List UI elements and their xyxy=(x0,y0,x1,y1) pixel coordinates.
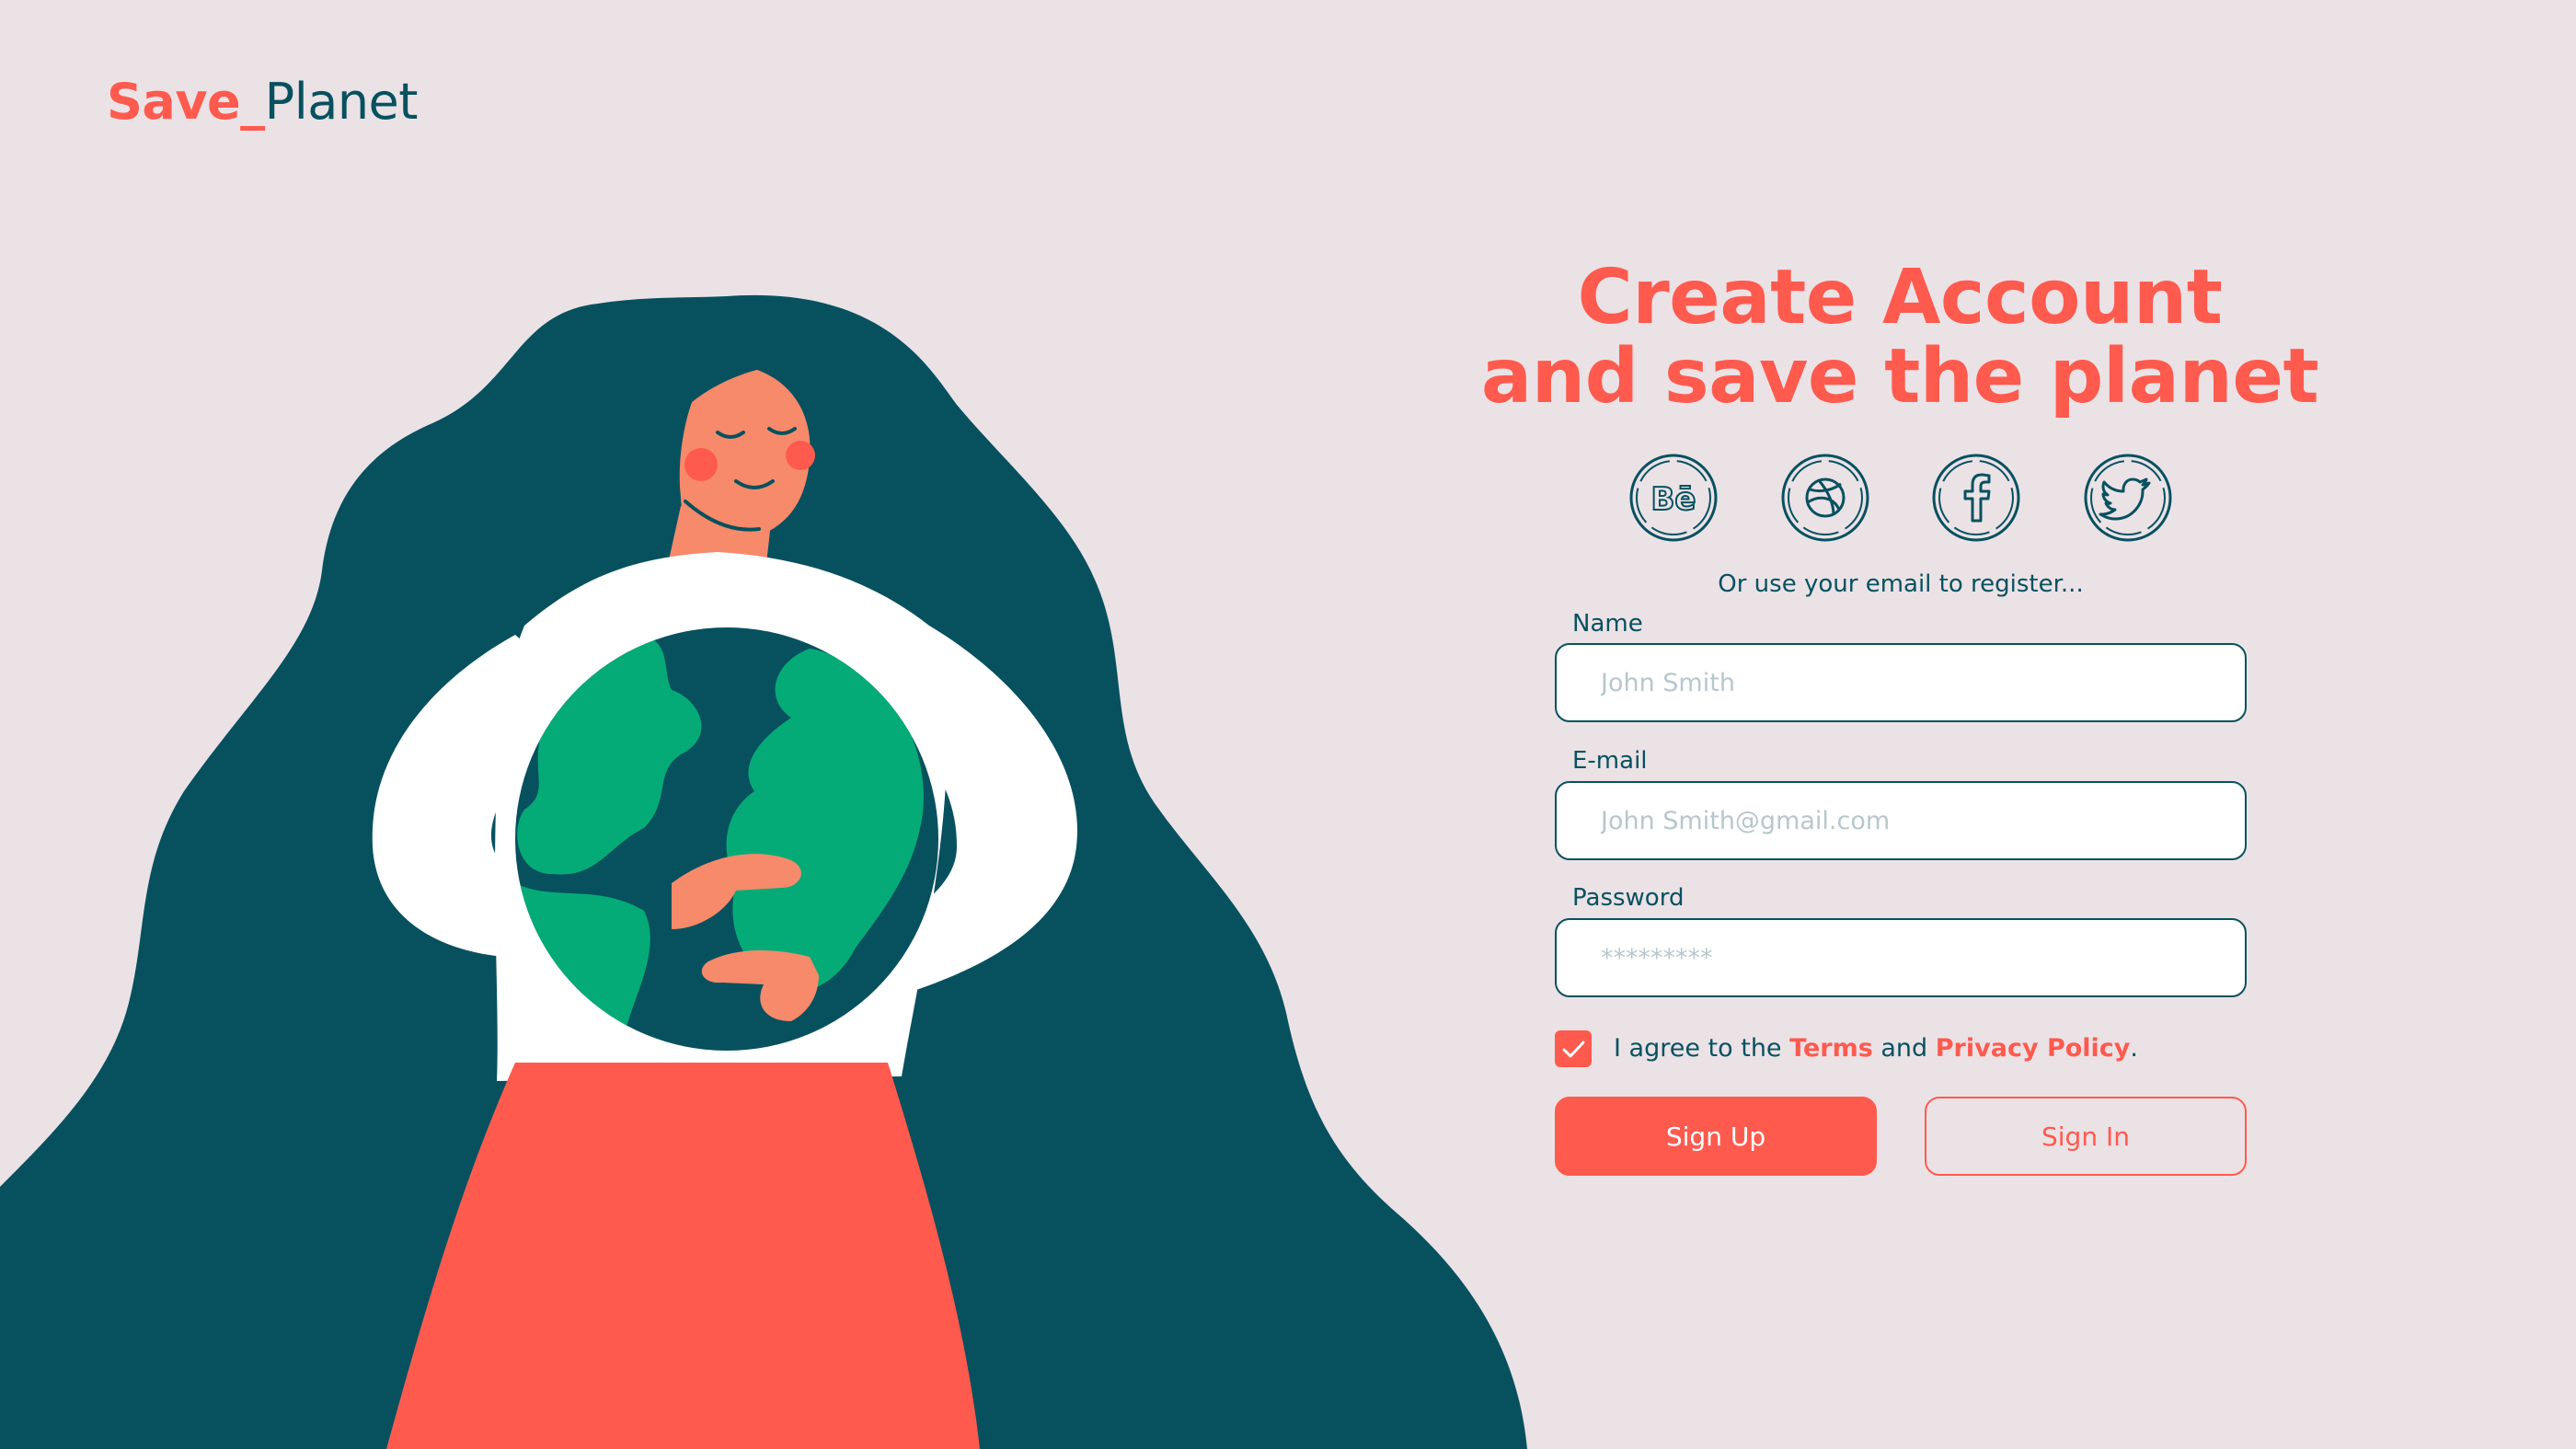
email-register-hint: Or use your email to register... xyxy=(1718,570,2084,598)
behance-button[interactable]: Bē xyxy=(1628,453,1719,543)
email-input[interactable] xyxy=(1555,781,2247,860)
facebook-icon xyxy=(1932,454,2020,542)
privacy-policy-link[interactable]: Privacy Policy xyxy=(1936,1034,2131,1063)
globe-shape xyxy=(515,627,938,1051)
password-label: Password xyxy=(1572,884,1685,912)
brand-logo[interactable]: Save_Planet xyxy=(107,68,418,136)
sign-in-button[interactable]: Sign In xyxy=(1925,1097,2247,1176)
cheek-left xyxy=(684,448,718,481)
twitter-icon xyxy=(2084,454,2172,542)
checkmark-icon xyxy=(1562,1041,1585,1058)
agree-prefix: I agree to the xyxy=(1614,1034,1790,1063)
sign-up-button[interactable]: Sign Up xyxy=(1555,1097,1877,1176)
dribbble-button[interactable] xyxy=(1780,453,1870,543)
name-label: Name xyxy=(1572,610,1643,638)
dribbble-icon xyxy=(1781,454,1869,542)
behance-icon: Bē xyxy=(1629,454,1718,542)
logo-save-text: Save_ xyxy=(107,73,265,131)
agree-checkbox[interactable] xyxy=(1555,1030,1592,1067)
agree-text: I agree to the Terms and Privacy Policy. xyxy=(1614,1030,2138,1067)
agree-middle: and xyxy=(1872,1034,1936,1063)
twitter-button[interactable] xyxy=(2083,453,2173,543)
logo-planet-text: Planet xyxy=(264,73,419,131)
svg-text:Bē: Bē xyxy=(1651,481,1696,518)
woman-hugging-globe-illustration xyxy=(0,294,1527,1449)
facebook-button[interactable] xyxy=(1931,453,2021,543)
headline-line-1: Create Account xyxy=(1577,254,2223,341)
terms-link[interactable]: Terms xyxy=(1789,1034,1873,1063)
agree-suffix: . xyxy=(2130,1034,2138,1063)
name-input[interactable] xyxy=(1555,643,2247,722)
headline-line-2: and save the planet xyxy=(1480,333,2319,420)
cheek-right xyxy=(786,441,815,470)
email-label: E-mail xyxy=(1572,747,1648,775)
password-input[interactable] xyxy=(1555,918,2247,997)
